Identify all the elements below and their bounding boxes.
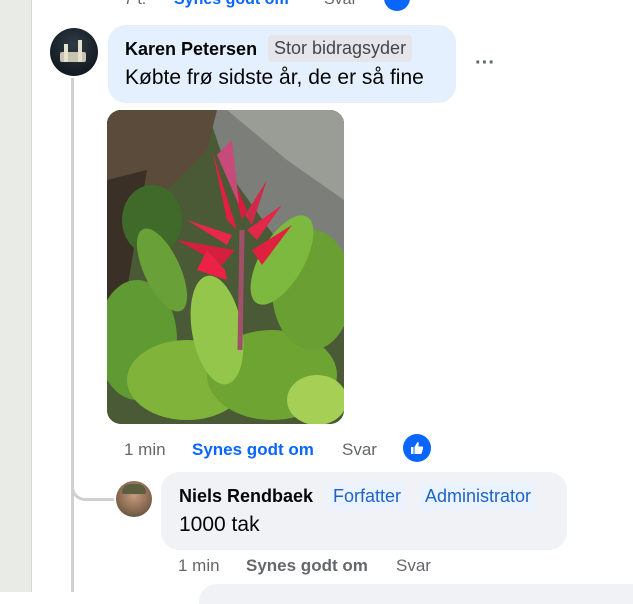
more-options-icon[interactable]: ···: [472, 50, 498, 76]
reply-reply-button[interactable]: Svar: [396, 556, 431, 576]
author-badge: Forfatter: [328, 483, 407, 510]
avatar[interactable]: [116, 481, 152, 517]
left-panel-edge: [0, 0, 32, 592]
previous-comment-actions: 7 t. Synes godt om Svar: [124, 0, 410, 11]
comment-text: Købte frø sidste år, de er så fine: [125, 66, 424, 89]
reply-connector: [71, 470, 114, 501]
reply-actions: 1 min Synes godt om Svar: [178, 556, 431, 576]
reply-button[interactable]: Svar: [342, 440, 377, 460]
thumbs-up-icon[interactable]: [403, 434, 431, 462]
previous-like-button[interactable]: Synes godt om: [174, 0, 324, 9]
next-comment-bubble: [199, 584, 633, 604]
comment-time[interactable]: 1 min: [124, 440, 192, 460]
reply-text: 1000 tak: [179, 513, 260, 536]
comment-actions: 1 min Synes godt om Svar: [124, 440, 377, 460]
thread-line: [71, 78, 74, 592]
previous-reaction-icon: [384, 0, 410, 11]
comment-photo[interactable]: [107, 110, 344, 424]
previous-comment-time: 7 t.: [124, 0, 174, 9]
top-contributor-badge: Stor bidragsyder: [268, 35, 413, 62]
like-button[interactable]: Synes godt om: [192, 440, 342, 460]
canna-flower-image: [107, 110, 344, 424]
previous-reply-button[interactable]: Svar: [324, 0, 364, 9]
comment-author[interactable]: Karen Petersen: [125, 39, 257, 60]
reply-time[interactable]: 1 min: [178, 556, 246, 576]
admin-badge: Administrator: [420, 483, 537, 510]
reply-author[interactable]: Niels Rendbaek: [179, 486, 313, 507]
reply-like-button[interactable]: Synes godt om: [246, 556, 396, 576]
avatar[interactable]: [50, 28, 98, 76]
